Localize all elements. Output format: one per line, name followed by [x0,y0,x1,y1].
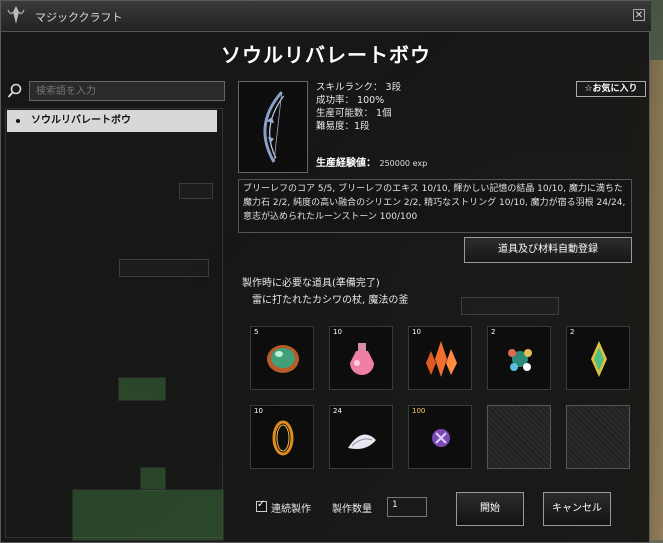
search-bar [7,81,225,101]
pink-potion-icon [350,343,374,375]
stats-block: スキルランク： 3段 成功率： 100% 生産可能数： 1個 難易度：1段 [316,81,401,133]
background-tile [72,489,224,541]
tools-value: 雷に打たれたカシワの杖, 魔法の釜 [252,295,409,306]
search-input[interactable] [29,81,225,101]
material-slot[interactable]: 24 [329,405,393,469]
magic-craft-window: マジッククラフト ✕ ソウルリバレートボウ ソウルリバレートボウ スキルラ [0,0,651,543]
continuous-craft-label: 連続製作 [271,504,311,515]
material-slot[interactable]: 10 [329,326,393,390]
slot-quantity: 10 [412,328,421,336]
material-slot[interactable]: 2 [566,326,630,390]
list-item-label: ソウルリバレートボウ [31,115,131,126]
feather-icon [348,434,376,449]
recipe-heading: ソウルリバレートボウ [221,43,431,67]
exp-label: 生産経験値： [316,158,376,169]
material-slot[interactable]: 10 [408,326,472,390]
favorite-button[interactable]: ☆お気に入り [576,81,646,97]
rune-stone-icon [432,429,450,447]
bow-icon [263,91,285,163]
close-icon[interactable]: ✕ [633,9,645,21]
background-window-ghost [119,259,209,277]
list-item[interactable]: ソウルリバレートボウ [7,110,217,132]
material-slot[interactable]: 10 [250,405,314,469]
bullet-icon [16,119,20,123]
slot-quantity: 10 [333,328,342,336]
cancel-button[interactable]: キャンセル [543,492,611,526]
craft-logo-icon [7,6,25,24]
recipe-list: ソウルリバレートボウ [5,108,224,541]
exp-line: 生産経験値： 250000 exp [316,154,427,169]
slot-quantity: 2 [491,328,496,336]
material-slot[interactable]: 5 [250,326,314,390]
item-portrait [238,81,308,173]
window-title: マジッククラフト [35,11,123,24]
success-rate: 成功率： 100% [316,95,385,106]
empty-material-slot[interactable] [487,405,551,469]
slot-quantity: 2 [570,328,575,336]
material-slot[interactable]: 2 [487,326,551,390]
empty-material-slot[interactable] [566,405,630,469]
material-slot[interactable]: 100 [408,405,472,469]
green-crystal-icon [591,341,607,377]
quantity-input[interactable]: 1 [387,497,427,517]
background-window-ghost [179,183,213,199]
orange-crystal-icon [426,341,457,377]
titlebar[interactable]: マジッククラフト ✕ [1,1,651,32]
green-orb-icon [267,345,299,373]
background-tile [118,377,166,401]
start-button[interactable]: 開始 [456,492,524,526]
auto-register-button[interactable]: 道具及び材料自動登録 [464,237,632,263]
slot-quantity: 5 [254,328,259,336]
background-tile [140,467,166,491]
craftable-count: 生産可能数： 1個 [316,108,392,119]
tools-heading: 製作時に必要な道具(準備完了) [242,278,380,289]
string-ring-icon [272,420,294,456]
skill-rank: スキルランク： 3段 [316,82,402,93]
slot-quantity: 10 [254,407,263,415]
continuous-craft-checkbox[interactable] [256,499,267,512]
slot-quantity: 24 [333,407,342,415]
difficulty: 難易度：1段 [316,121,370,132]
exp-value: 250000 exp [379,159,428,168]
background-window-ghost [461,297,559,315]
slot-quantity: 100 [412,407,426,415]
search-icon[interactable] [7,83,23,99]
materials-description: ブリーレフのコア 5/5, ブリーレフのエキス 10/10, 輝かしい記憶の結晶… [238,179,632,233]
quantity-label: 製作数量 [332,504,372,515]
rune-cluster-icon [508,349,532,371]
